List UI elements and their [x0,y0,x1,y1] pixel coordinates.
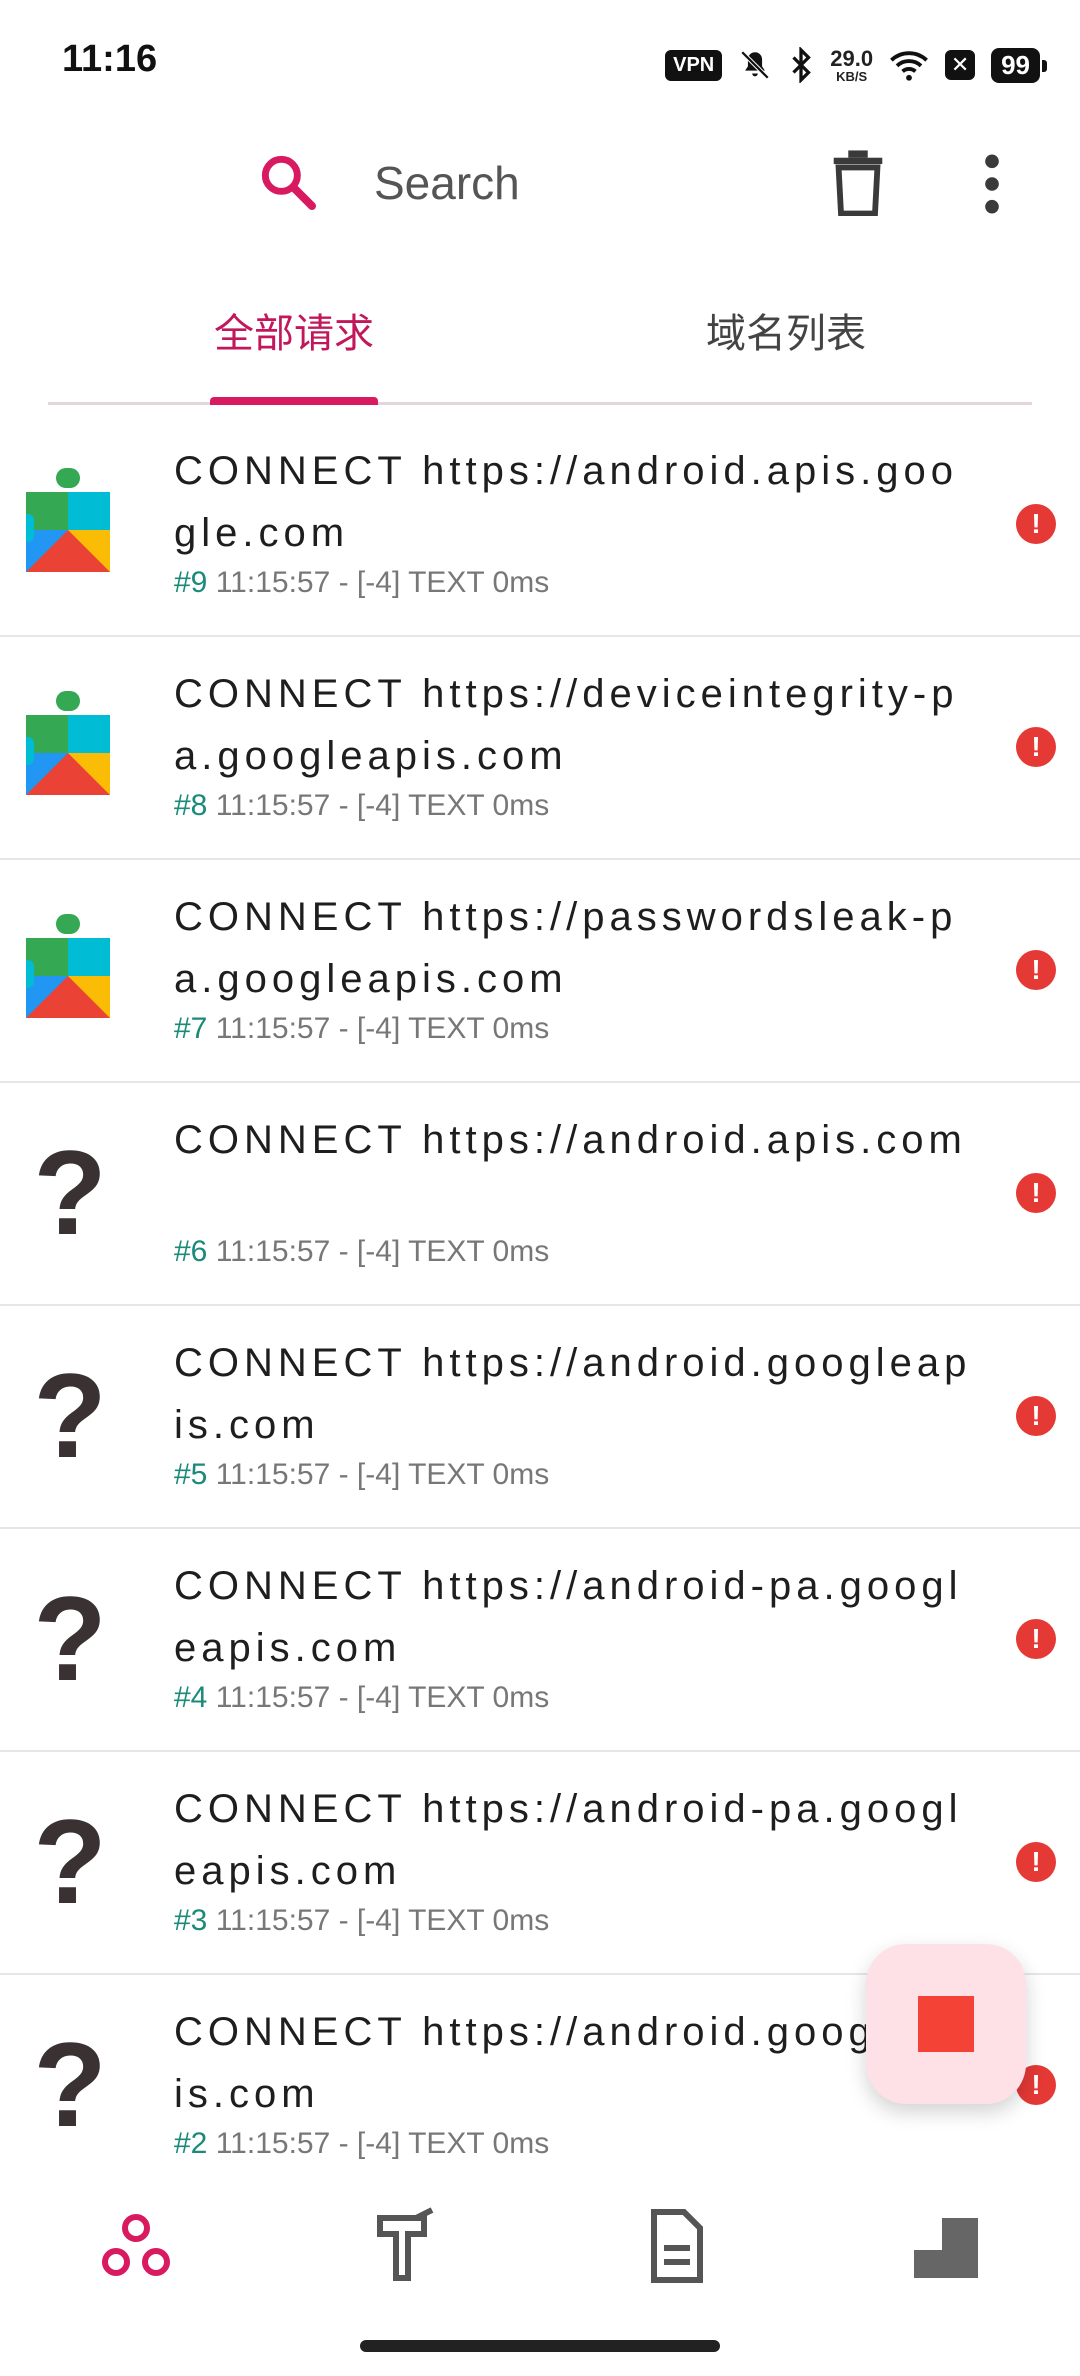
tab-indicator [210,397,378,405]
document-icon[interactable] [636,2206,716,2286]
play-services-icon [26,914,110,1018]
request-meta: #4 11:15:57 - [-4] TEXT 0ms [174,1681,549,1715]
toolbar [0,120,1080,250]
request-row[interactable]: CONNECT https://deviceintegrity-pa.googl… [0,637,1080,860]
error-icon: ! [1016,1619,1056,1659]
unknown-app-icon: ? [33,1126,107,1260]
request-row[interactable]: ? CONNECT https://android-pa.googleapis.… [0,1529,1080,1752]
unknown-app-icon: ? [33,1349,107,1483]
more-options-icon[interactable] [968,150,1016,218]
unknown-app-icon: ? [33,2018,107,2152]
request-number: #6 [174,1235,208,1268]
status-icons: VPN 29.0 KB/S ✕ 99 [665,40,1047,90]
status-bar: 11:16 VPN 29.0 KB/S ✕ 99 [0,0,1080,120]
request-row[interactable]: ? CONNECT https://android.googleapis.com… [0,1306,1080,1529]
request-number: #5 [174,1458,208,1491]
request-info: 11:15:57 - [-4] TEXT 0ms [215,1904,550,1937]
request-list[interactable]: CONNECT https://android.apis.google.com … [0,414,1080,2196]
battery-icon: 99 [991,47,1047,83]
mute-icon [740,50,770,80]
status-time: 11:16 [62,38,158,80]
request-meta: #3 11:15:57 - [-4] TEXT 0ms [174,1904,549,1938]
request-row[interactable]: ? CONNECT https://android.apis.com #6 11… [0,1083,1080,1306]
tab-bar: 全部请求 域名列表 [48,258,1032,405]
request-meta: #9 11:15:57 - [-4] TEXT 0ms [174,566,549,600]
bottom-navigation [0,2180,1080,2310]
bluetooth-icon [792,47,812,83]
request-url: CONNECT https://android.apis.com [174,1118,967,1162]
network-icon[interactable] [96,2206,176,2286]
request-info: 11:15:57 - [-4] TEXT 0ms [215,566,550,599]
unknown-app-icon: ? [33,1572,107,1706]
request-meta: #2 11:15:57 - [-4] TEXT 0ms [174,2127,549,2161]
request-row[interactable]: CONNECT https://passwordsleak-pa.googlea… [0,860,1080,1083]
request-meta: #7 11:15:57 - [-4] TEXT 0ms [174,1012,549,1046]
vpn-icon: VPN [665,49,723,81]
unknown-app-icon: ? [33,1795,107,1929]
error-icon: ! [1016,950,1056,990]
request-meta: #8 11:15:57 - [-4] TEXT 0ms [174,789,549,823]
trash-icon[interactable] [828,148,888,216]
request-info: 11:15:57 - [-4] TEXT 0ms [215,1012,550,1045]
tools-icon[interactable] [364,2206,444,2286]
request-number: #8 [174,789,208,822]
request-url: CONNECT https://android-pa.googleapis.co… [174,1564,963,1670]
request-url: CONNECT https://android-pa.googleapis.co… [174,1787,963,1893]
tab-all-requests[interactable]: 全部请求 [48,258,540,402]
error-icon: ! [1016,1173,1056,1213]
app-notification-icon: ✕ [945,50,976,80]
wifi-icon [890,51,928,81]
request-info: 11:15:57 - [-4] TEXT 0ms [215,1681,550,1714]
search-icon[interactable] [256,150,320,214]
error-icon: ! [1016,727,1056,767]
request-url: CONNECT https://android.googleapis.com [174,1341,972,1447]
request-number: #9 [174,566,208,599]
request-meta: #5 11:15:57 - [-4] TEXT 0ms [174,1458,549,1492]
request-row[interactable]: CONNECT https://android.apis.google.com … [0,414,1080,637]
error-icon: ! [1016,1842,1056,1882]
request-number: #3 [174,1904,208,1937]
gesture-bar [360,2340,720,2352]
request-url: CONNECT https://android.apis.google.com [174,449,959,555]
request-info: 11:15:57 - [-4] TEXT 0ms [215,1235,550,1268]
request-info: 11:15:57 - [-4] TEXT 0ms [215,789,550,822]
play-services-icon [26,691,110,795]
request-url: CONNECT https://android.googleapis.com [174,2010,972,2116]
request-url: CONNECT https://passwordsleak-pa.googlea… [174,895,958,1001]
stairs-icon[interactable] [906,2206,986,2286]
search-input[interactable] [372,150,796,216]
request-number: #7 [174,1012,208,1045]
request-url: CONNECT https://deviceintegrity-pa.googl… [174,672,959,778]
request-info: 11:15:57 - [-4] TEXT 0ms [215,2127,550,2160]
error-icon: ! [1016,504,1056,544]
request-row[interactable]: ? CONNECT https://android-pa.googleapis.… [0,1752,1080,1975]
request-meta: #6 11:15:57 - [-4] TEXT 0ms [174,1235,549,1269]
request-number: #4 [174,1681,208,1714]
net-speed: 29.0 KB/S [830,45,874,84]
stop-capture-button[interactable] [866,1944,1026,2104]
request-number: #2 [174,2127,208,2160]
play-services-icon [26,468,110,572]
tab-domain-list[interactable]: 域名列表 [540,258,1032,402]
stop-icon [918,1996,974,2052]
error-icon: ! [1016,1396,1056,1436]
request-info: 11:15:57 - [-4] TEXT 0ms [215,1458,550,1491]
